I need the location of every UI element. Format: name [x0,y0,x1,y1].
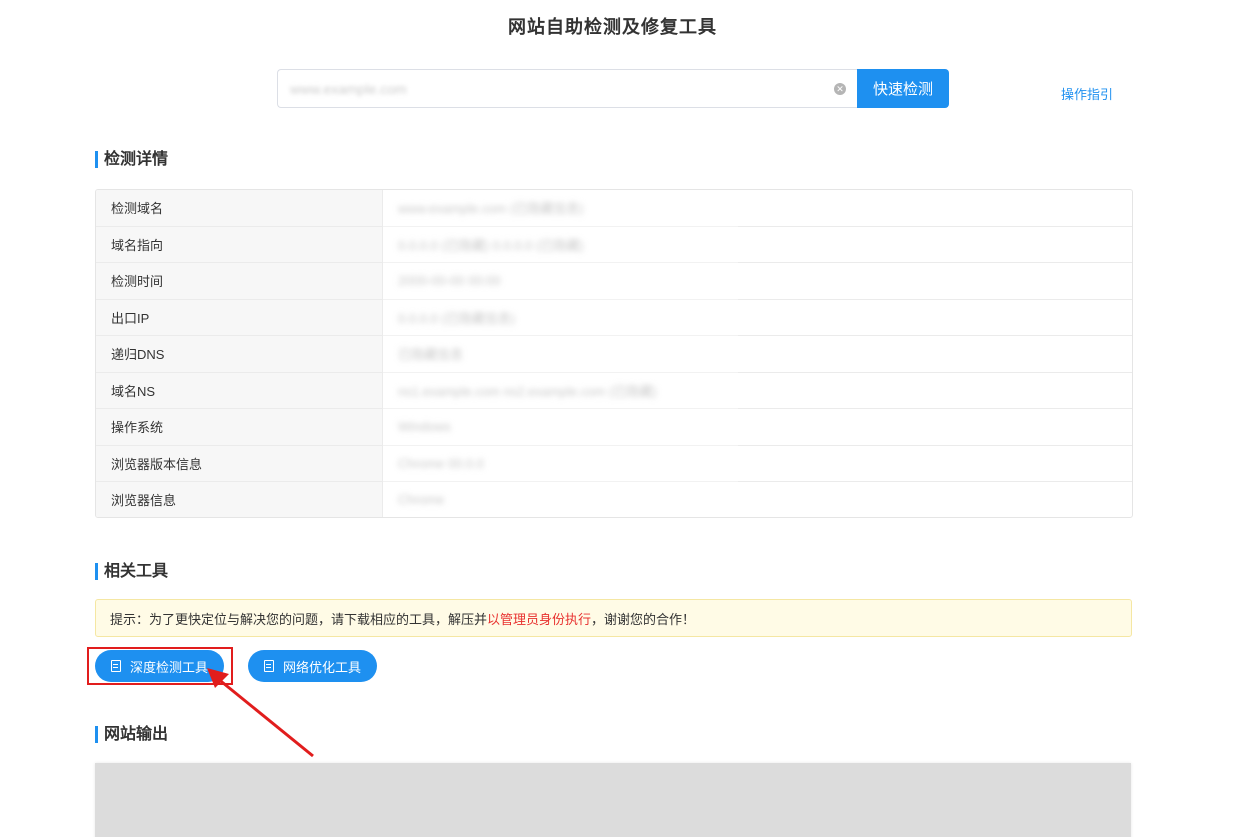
tip-notice: 提示：为了更快定位与解决您的问题，请下载相应的工具，解压并 以管理员身份执行 ，谢谢… [95,599,1132,637]
output-heading: 网站输出 [95,726,168,743]
tools-heading: 相关工具 [95,563,168,580]
search-box: ✕ [277,69,858,108]
table-row: 操作系统 Windows [96,409,1132,446]
row-label: 递归DNS [96,336,383,372]
row-label: 域名指向 [96,226,383,262]
tip-suffix: ，谢谢您的合作！ [591,611,696,627]
row-value: 0.0.0.0 (已隐藏) 0.0.0.0 (已隐藏) [398,237,584,253]
row-label: 浏览器信息 [96,482,383,517]
details-heading: 检测详情 [95,151,168,168]
row-value: 已隐藏信息 [398,347,464,363]
row-value: Chrome 00.0.0 [398,455,484,471]
tip-text: 提示：为了更快定位与解决您的问题，请下载相应的工具，解压并 [110,611,488,627]
table-row: 浏览器版本信息 Chrome 00.0.0 [96,445,1132,482]
tip-highlight: 以管理员身份执行 [487,611,592,627]
row-label: 检测时间 [96,263,383,299]
output-panel [95,763,1131,837]
row-value: ns1.example.com ns2.example.com (已隐藏) [398,383,657,399]
row-value: Windows [398,419,451,435]
row-value: 2000-00-00 00:00 [398,273,501,289]
clear-icon[interactable]: ✕ [834,83,846,95]
page-title: 网站自助检测及修复工具 [508,17,717,37]
table-row: 浏览器信息 Chrome [96,482,1132,517]
table-row: 检测时间 2000-00-00 00:00 [96,263,1132,300]
table-row: 出口IP 0.0.0.0 (已隐藏信息) [96,299,1132,336]
row-label: 出口IP [96,299,383,335]
table-row: 检测域名 www.example.com (已隐藏信息) [96,190,1132,227]
annotation-arrow-icon [207,668,314,758]
row-value: Chrome [398,492,445,508]
row-value: www.example.com (已隐藏信息) [398,201,584,217]
row-label: 浏览器版本信息 [96,445,383,481]
row-value: 0.0.0.0 (已隐藏信息) [398,310,516,326]
domain-input[interactable] [278,70,818,107]
quick-check-button[interactable]: 快速检测 [857,69,949,108]
row-label: 检测域名 [96,190,383,226]
table-row: 递归DNS 已隐藏信息 [96,336,1132,373]
table-row: 域名指向 0.0.0.0 (已隐藏) 0.0.0.0 (已隐藏) [96,226,1132,263]
row-label: 域名NS [96,372,383,408]
table-row: 域名NS ns1.example.com ns2.example.com (已隐… [96,372,1132,409]
guide-link[interactable]: 操作指引 [1061,84,1113,103]
row-label: 操作系统 [96,409,383,445]
details-table: 检测域名 www.example.com (已隐藏信息) 域名指向 0.0.0.… [95,189,1133,518]
